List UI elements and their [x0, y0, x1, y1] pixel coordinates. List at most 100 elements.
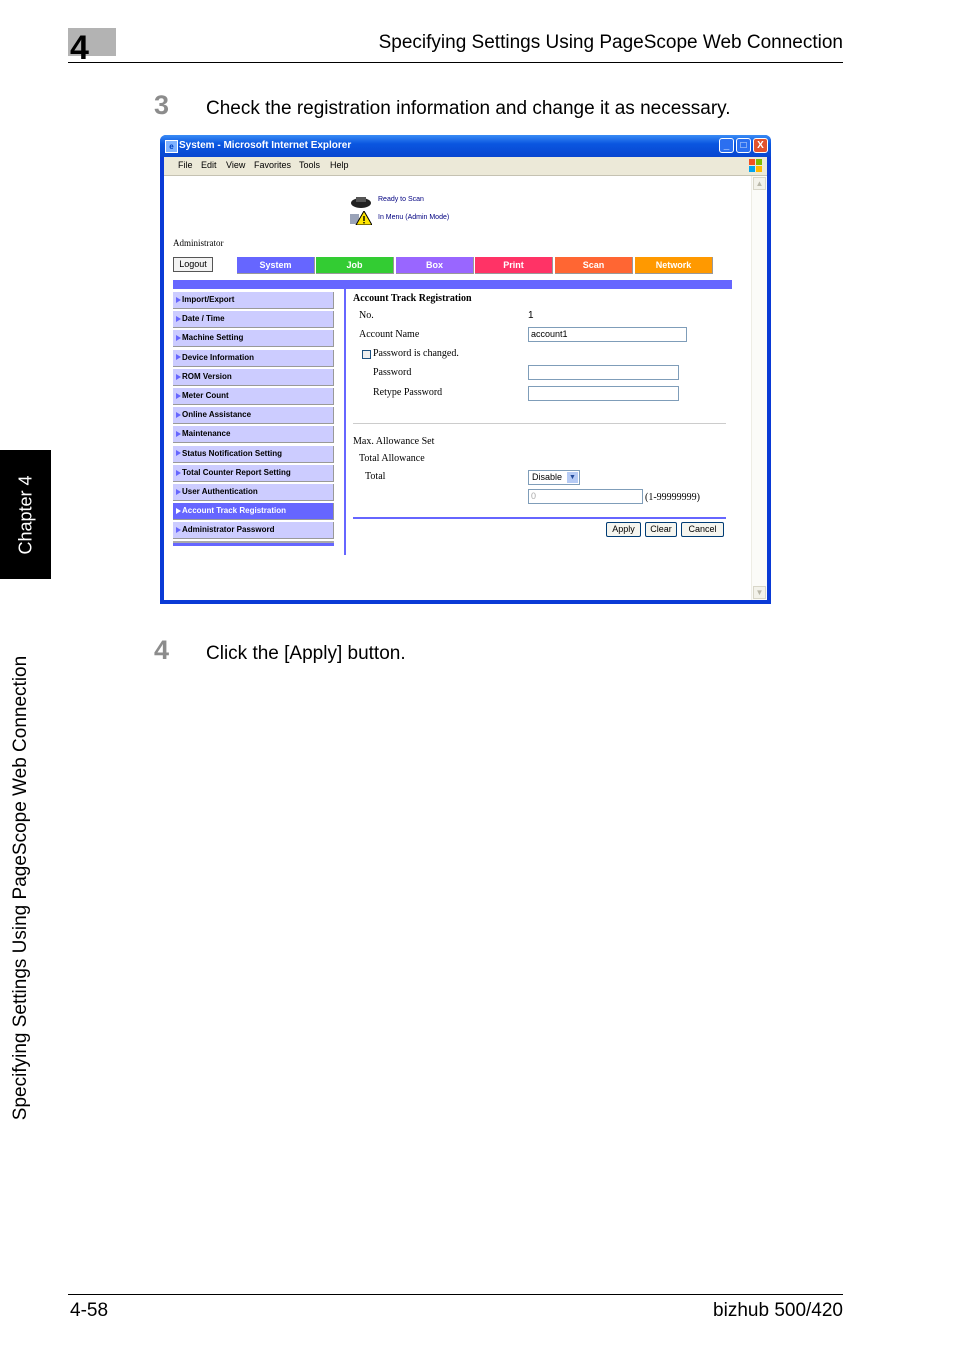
sidebar-item-maintenance[interactable]: Maintenance: [173, 426, 334, 444]
total-allowance-label: Total Allowance: [359, 453, 425, 464]
menu-file[interactable]: File: [178, 160, 193, 170]
section-side-label: Specifying Settings Using PageScope Web …: [10, 655, 31, 1121]
arrow-right-icon: [176, 527, 181, 534]
sidebar-item-label: Import/Export: [182, 295, 235, 304]
arrow-right-icon: [176, 296, 181, 303]
total-select-value: Disable: [532, 472, 563, 482]
step-text: Check the registration information and c…: [206, 98, 731, 119]
sidebar-item-device-information[interactable]: Device Information: [173, 349, 334, 367]
tab-scan[interactable]: Scan: [555, 257, 633, 274]
maximize-button[interactable]: □: [736, 138, 751, 153]
sidebar-item-online-assistance[interactable]: Online Assistance: [173, 407, 334, 425]
section-divider: [353, 423, 726, 424]
sidebar-item-label: Online Assistance: [182, 410, 252, 420]
actions-divider: [353, 517, 726, 519]
form-title: Account Track Registration: [353, 293, 472, 304]
sidebar-item-account-track-registration[interactable]: Account Track Registration: [173, 503, 334, 521]
step-text: Click the [Apply] button.: [206, 643, 406, 664]
arrow-right-icon: [176, 354, 181, 361]
password-changed-label: Password is changed.: [373, 348, 459, 359]
account-name-label: Account Name: [359, 329, 420, 340]
browser-content: ▲ ▼ Ready to Scan In Menu (Admin Mode) A…: [164, 176, 767, 600]
sidebar-item-status-notification[interactable]: Status Notification Setting: [173, 445, 334, 463]
header-title: Specifying Settings Using PageScope Web …: [378, 32, 843, 53]
arrow-right-icon: [176, 335, 181, 342]
arrow-right-icon: [176, 507, 181, 514]
sidebar-item-user-authentication[interactable]: User Authentication: [173, 483, 334, 501]
total-select[interactable]: Disable ▼: [528, 470, 580, 485]
header-rule: [68, 62, 843, 63]
tab-underline-bar: [173, 280, 732, 289]
account-name-input[interactable]: account1: [528, 327, 687, 342]
tab-network[interactable]: Network: [635, 257, 713, 274]
tab-print[interactable]: Print: [475, 257, 553, 274]
arrow-right-icon: [176, 431, 181, 438]
sidebar-bottom-rule: [173, 541, 334, 546]
menu-tools[interactable]: Tools: [299, 160, 320, 170]
menu-favorites[interactable]: Favorites: [254, 160, 291, 170]
sidebar-item-label: User Authentication: [182, 486, 258, 496]
tab-system[interactable]: System: [237, 257, 315, 274]
menu-help[interactable]: Help: [330, 160, 349, 170]
scroll-down-icon[interactable]: ▼: [753, 586, 766, 599]
sidebar-item-label: Maintenance: [182, 429, 231, 439]
arrow-right-icon: [176, 469, 181, 476]
password-changed-checkbox[interactable]: [362, 350, 371, 359]
status-text: Ready to Scan: [378, 196, 424, 203]
browser-titlebar: e System - Microsoft Internet Explorer _…: [160, 135, 771, 157]
total-label: Total: [365, 471, 386, 482]
retype-password-label: Retype Password: [373, 387, 443, 398]
arrow-right-icon: [176, 316, 181, 323]
step-number: 4: [154, 635, 170, 665]
password-label: Password: [373, 367, 412, 378]
retype-password-input[interactable]: [528, 386, 679, 401]
sidebar-item-administrator-password[interactable]: Administrator Password: [173, 522, 334, 540]
browser-window: e System - Microsoft Internet Explorer _…: [160, 135, 771, 604]
sidebar-item-machine-setting[interactable]: Machine Setting: [173, 330, 334, 348]
sidebar-item-label: Date / Time: [182, 314, 225, 324]
max-allowance-label: Max. Allowance Set: [353, 436, 435, 447]
user-label: Administrator: [173, 238, 224, 248]
status-text: In Menu (Admin Mode): [378, 214, 450, 221]
sidebar-item-label: Total Counter Report Setting: [182, 467, 291, 477]
vertical-scrollbar[interactable]: ▲ ▼: [751, 176, 767, 600]
arrow-right-icon: [176, 392, 181, 399]
page-number: 4-58: [70, 1300, 109, 1321]
step-number: 3: [154, 90, 170, 120]
close-button[interactable]: X: [753, 138, 768, 153]
arrow-right-icon: [176, 450, 181, 457]
sidebar-item-label: Meter Count: [182, 390, 229, 400]
browser-title: System - Microsoft Internet Explorer: [179, 140, 352, 151]
no-label: No.: [359, 310, 374, 321]
chapter-side-tab: Chapter 4: [0, 450, 51, 579]
scroll-up-icon[interactable]: ▲: [753, 177, 766, 190]
tab-box[interactable]: Box: [396, 257, 474, 274]
menu-view[interactable]: View: [226, 160, 245, 170]
tab-job[interactable]: Job: [316, 257, 394, 274]
minimize-button[interactable]: _: [719, 138, 734, 153]
password-input[interactable]: [528, 365, 679, 380]
sidebar-item-import-export[interactable]: Import/Export: [173, 292, 334, 309]
sidebar-item-meter-count[interactable]: Meter Count: [173, 387, 334, 405]
total-value-input[interactable]: 0: [528, 489, 643, 504]
ie-page-icon: e: [165, 140, 178, 153]
apply-button[interactable]: Apply: [606, 522, 641, 537]
sidebar-item-date-time[interactable]: Date / Time: [173, 311, 334, 329]
browser-menubar: File Edit View Favorites Tools Help: [164, 157, 767, 176]
footer-rule: [68, 1294, 843, 1295]
sidebar-item-label: Account Track Registration: [182, 506, 287, 516]
clear-button[interactable]: Clear: [645, 522, 677, 537]
windows-logo-icon: [749, 159, 763, 173]
content-divider: [344, 289, 346, 555]
chapter-side-tab-label: Chapter 4: [15, 474, 35, 555]
menu-edit[interactable]: Edit: [201, 160, 217, 170]
sidebar-item-label: Administrator Password: [182, 525, 275, 535]
cancel-button[interactable]: Cancel: [681, 522, 724, 537]
sidebar-item-rom-version[interactable]: ROM Version: [173, 368, 334, 386]
chevron-down-icon[interactable]: ▼: [567, 472, 578, 483]
sidebar-item-label: Machine Setting: [182, 333, 244, 343]
sidebar-item-label: ROM Version: [182, 371, 232, 381]
sidebar-item-total-counter-report[interactable]: Total Counter Report Setting: [173, 464, 334, 482]
total-range-hint: (1-99999999): [645, 492, 700, 503]
logout-button[interactable]: Logout: [173, 257, 213, 272]
